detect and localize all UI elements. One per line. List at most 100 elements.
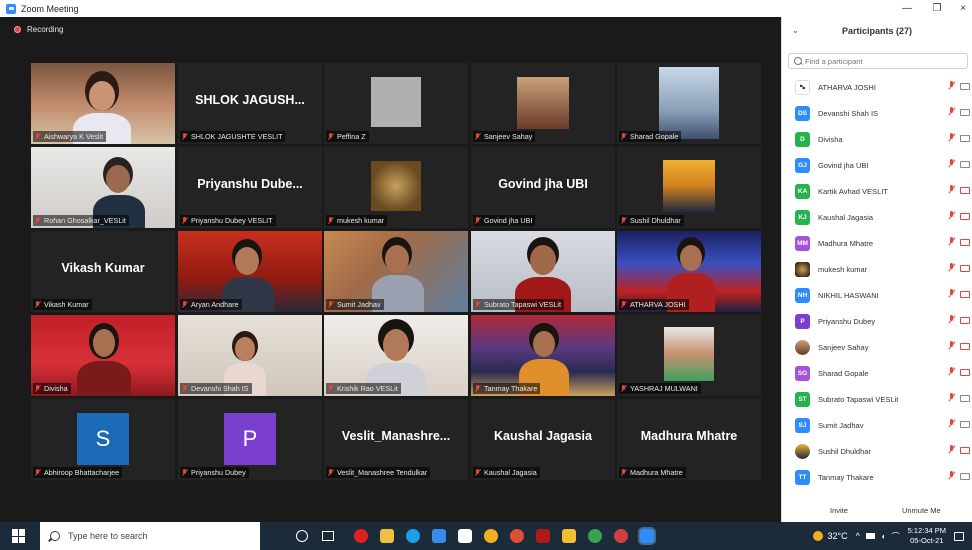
video-tile[interactable]: Veslit_Manashre... Veslit_Manashree Tend… [324,399,468,480]
video-tile[interactable]: ATHARVA JOSHI [617,231,761,312]
participant-row[interactable]: Sushil Dhuldhar [782,438,972,464]
opera-icon[interactable] [354,529,368,543]
video-tile[interactable]: Krishik Rao VESLit [324,315,468,396]
volume-icon[interactable]: ◖ [881,532,886,541]
video-tile[interactable]: Sharad Gopale [617,63,761,144]
edge-icon[interactable] [406,529,420,543]
video-off-icon[interactable] [960,83,970,90]
participant-row[interactable]: TT Tanmay Thakare [782,464,972,490]
participant-row[interactable]: Sanjeev Sahay [782,334,972,360]
video-off-icon[interactable] [960,213,970,220]
participant-row[interactable]: DS Devanshi Shah IS [782,100,972,126]
video-tile[interactable]: Devanshi Shah IS [178,315,322,396]
participant-row[interactable]: ▀▄ ATHARVA JOSHI [782,74,972,100]
mic-muted-icon[interactable] [947,263,956,273]
video-tile[interactable]: mukesh kumar [324,147,468,228]
participant-row[interactable]: P Priyanshu Dubey [782,308,972,334]
video-off-icon[interactable] [960,187,970,194]
video-tile[interactable]: P Priyanshu Dubey [178,399,322,480]
video-off-icon[interactable] [960,395,970,402]
video-tile[interactable]: Divisha [31,315,175,396]
video-tile[interactable]: Govind jha UBI Govind jha UBI [471,147,615,228]
video-tile[interactable]: Sumit Jadhav [324,231,468,312]
video-off-icon[interactable] [960,291,970,298]
participant-row[interactable]: GJ Govind jha UBI [782,152,972,178]
video-tile[interactable]: Aryan Andhare [178,231,322,312]
participant-search-input[interactable]: Find a participant [788,53,968,69]
mic-muted-icon[interactable] [947,315,956,325]
video-off-icon[interactable] [960,343,970,350]
video-tile[interactable]: Rohan Ghosalkar_VESLit [31,147,175,228]
app-icon[interactable] [510,529,524,543]
participant-row[interactable]: KJ Kaushal Jagasia [782,204,972,230]
video-tile[interactable]: Tanmay Thakare [471,315,615,396]
video-tile[interactable]: SHLOK JAGUSH... SHLOK JAGUSHTE VESLIT [178,63,322,144]
video-tile[interactable]: Madhura Mhatre Madhura Mhatre [617,399,761,480]
participant-row[interactable]: NH NIKHIL HASWANI [782,282,972,308]
participant-row[interactable]: mukesh kumar [782,256,972,282]
clock[interactable]: 5:12:34 PM 05-Oct-21 [908,526,946,546]
battery-icon[interactable] [865,533,875,539]
mic-muted-icon[interactable] [947,419,956,429]
video-tile[interactable]: Peffina Z [324,63,468,144]
participant-row[interactable]: SG Sharad Gopale [782,360,972,386]
video-tile[interactable]: S Abhiroop Bhattacharjee [31,399,175,480]
unmute-me-button[interactable]: Unmute Me [896,503,947,518]
taskbar-search-input[interactable]: Type here to search [40,522,260,550]
chrome-icon[interactable] [484,529,498,543]
participant-row[interactable]: D Divisha [782,126,972,152]
weather-icon[interactable] [813,531,824,541]
mic-muted-icon[interactable] [947,289,956,299]
video-tile[interactable]: Sanjeev Sahay [471,63,615,144]
video-off-icon[interactable] [960,447,970,454]
video-tile[interactable]: Kaushal Jagasia Kaushal Jagasia [471,399,615,480]
chrome-profile-icon[interactable] [588,529,602,543]
video-off-icon[interactable] [960,473,970,480]
tray-chevron-icon[interactable]: ^ [856,531,860,541]
store-icon[interactable] [380,529,394,543]
participant-row[interactable]: SJ Sumit Jadhav [782,412,972,438]
file-icon[interactable] [458,529,472,543]
participant-row[interactable]: ST Subrato Tapaswi VESLit [782,386,972,412]
mic-muted-icon[interactable] [947,445,956,455]
mic-muted-icon[interactable] [947,159,956,169]
network-icon[interactable]: ⌒ [892,531,900,542]
chevron-down-icon[interactable]: ⌄ [792,26,799,35]
video-tile[interactable]: Sushil Dhuldhar [617,147,761,228]
video-off-icon[interactable] [960,317,970,324]
cortana-icon[interactable] [296,530,308,542]
invite-button[interactable]: Invite [824,503,854,518]
close-button[interactable]: × [948,0,972,17]
windows-start-icon[interactable] [12,529,26,543]
notifications-icon[interactable] [954,531,964,541]
mic-muted-icon[interactable] [947,471,956,481]
video-off-icon[interactable] [960,135,970,142]
zoom-taskbar-icon[interactable] [638,527,656,545]
video-off-icon[interactable] [960,369,970,376]
video-off-icon[interactable] [960,109,970,116]
mic-muted-icon[interactable] [947,211,956,221]
task-view-icon[interactable] [322,531,334,541]
mic-muted-icon[interactable] [947,107,956,117]
participant-row[interactable]: KA Kartik Avhad VESLIT [782,178,972,204]
video-tile[interactable]: Aishwarya K Veslit [31,63,175,144]
mic-muted-icon[interactable] [947,81,956,91]
video-tile[interactable]: Subrato Tapaswi VESLit [471,231,615,312]
video-off-icon[interactable] [960,265,970,272]
video-tile[interactable]: Vikash Kumar Vikash Kumar [31,231,175,312]
file-explorer-icon[interactable] [562,529,576,543]
mic-muted-icon[interactable] [947,133,956,143]
mic-muted-icon[interactable] [947,393,956,403]
video-off-icon[interactable] [960,239,970,246]
participant-row[interactable]: MM Madhura Mhatre [782,230,972,256]
minimize-button[interactable]: — [892,0,922,17]
mic-muted-icon[interactable] [947,367,956,377]
mic-muted-icon[interactable] [947,341,956,351]
video-tile[interactable]: YASHRAJ MULWANI [617,315,761,396]
video-off-icon[interactable] [960,161,970,168]
mic-muted-icon[interactable] [947,237,956,247]
video-off-icon[interactable] [960,421,970,428]
chrome-profile-icon-2[interactable] [614,529,628,543]
illustrator-icon[interactable] [536,529,550,543]
video-tile[interactable]: Priyanshu Dube... Priyanshu Dubey VESLIT [178,147,322,228]
